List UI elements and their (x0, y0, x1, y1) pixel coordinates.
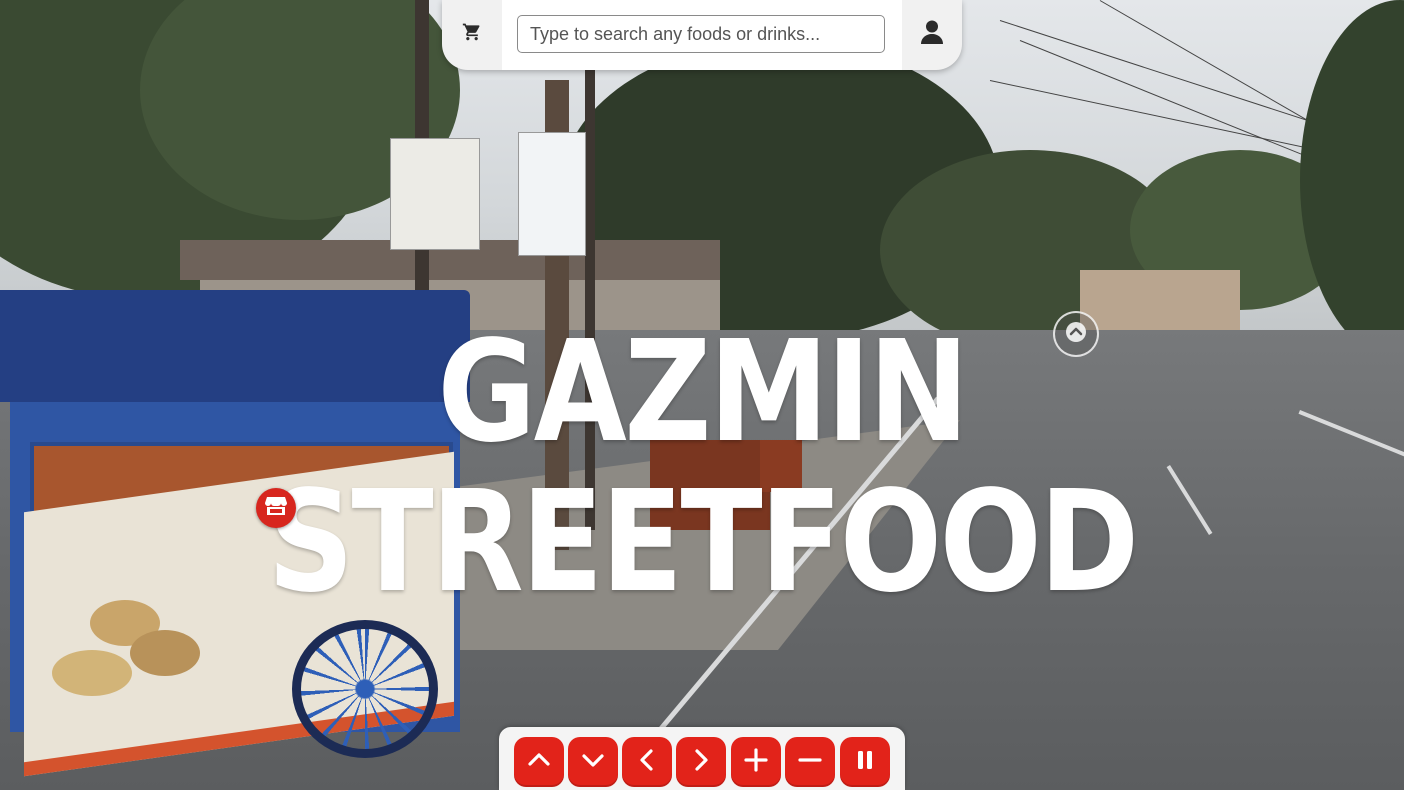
top-bar (442, 0, 962, 70)
food-picture (130, 630, 200, 676)
store-icon (265, 496, 287, 521)
zoom-in-button[interactable] (731, 737, 781, 787)
pause-button[interactable] (840, 737, 890, 787)
poster (518, 132, 586, 256)
view-controls (499, 727, 905, 790)
zoom-out-button[interactable] (785, 737, 835, 787)
move-down-button[interactable] (568, 737, 618, 787)
chevron-down-icon (580, 747, 606, 778)
food-picture (52, 650, 132, 696)
move-up-button[interactable] (514, 737, 564, 787)
pause-icon (852, 747, 878, 778)
cart-wheel (292, 620, 438, 758)
search-container (502, 0, 902, 70)
chevron-right-icon (688, 747, 714, 778)
search-input[interactable] (517, 15, 885, 53)
navigate-forward-hotspot[interactable] (1053, 311, 1099, 357)
user-button[interactable] (916, 18, 948, 50)
page-title: GAZMIN STREETFOOD (267, 311, 1139, 624)
shopping-cart-icon (462, 22, 482, 47)
chevron-up-icon (1065, 321, 1087, 348)
store-hotspot[interactable] (256, 488, 296, 528)
poster (390, 138, 480, 250)
minus-icon (797, 747, 823, 778)
move-left-button[interactable] (622, 737, 672, 787)
move-right-button[interactable] (676, 737, 726, 787)
cart-button[interactable] (456, 18, 488, 50)
plus-icon (743, 747, 769, 778)
user-icon (920, 19, 944, 50)
chevron-left-icon (634, 747, 660, 778)
chevron-up-icon (526, 747, 552, 778)
